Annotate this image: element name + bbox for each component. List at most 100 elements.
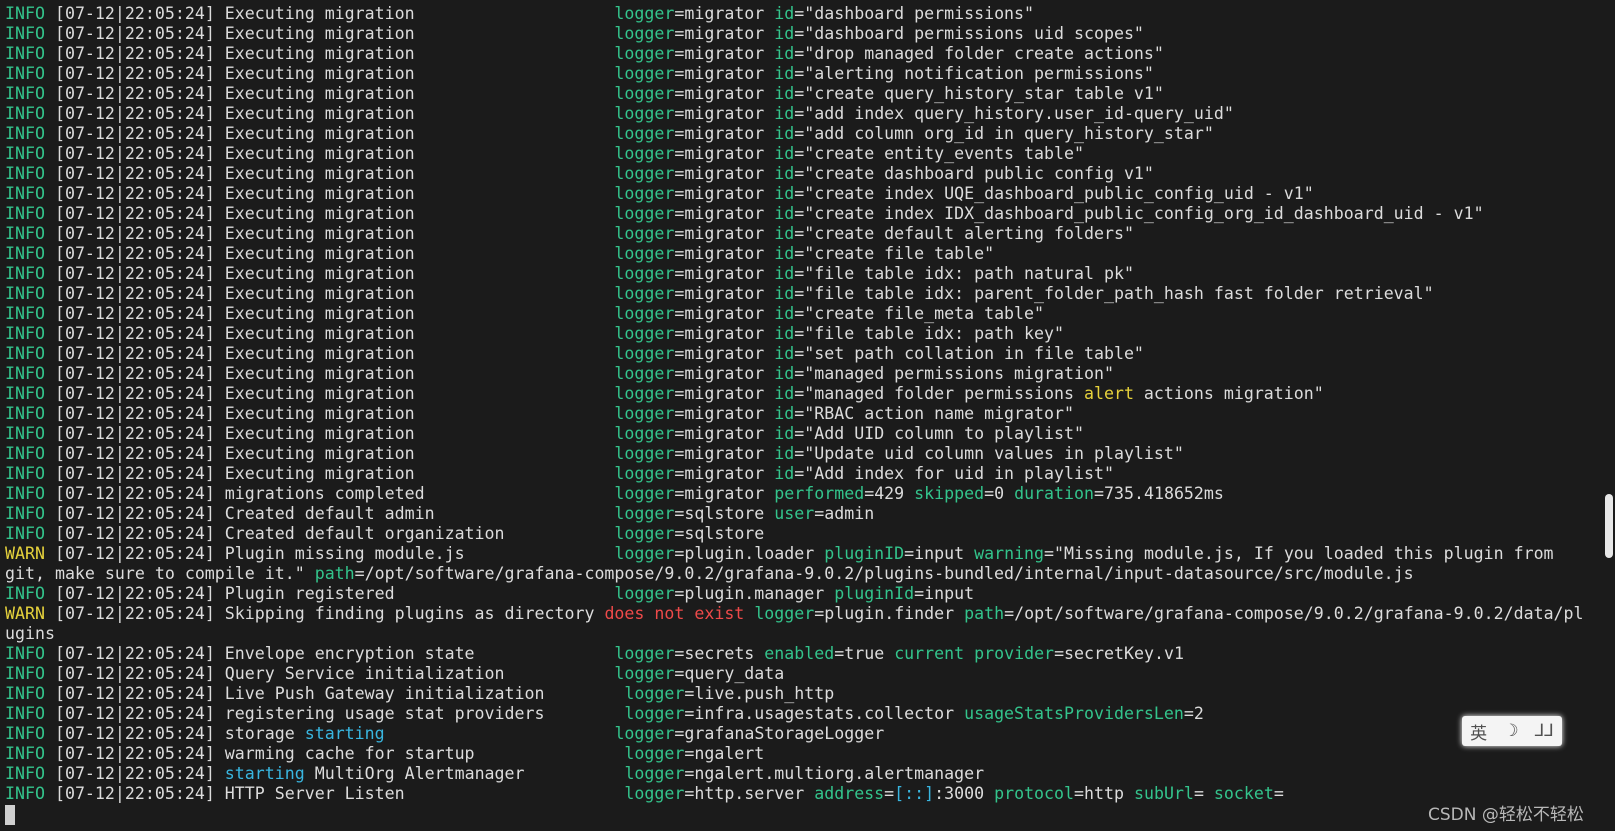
log-text: ="drop managed folder create actions" bbox=[794, 44, 1164, 63]
log-key: logger bbox=[614, 364, 675, 383]
log-line: INFO [07-12|22:05:24] Executing migratio… bbox=[5, 364, 1590, 384]
log-line: INFO [07-12|22:05:24] Executing migratio… bbox=[5, 84, 1590, 104]
log-text: =secretKey.v1 bbox=[1054, 644, 1184, 663]
log-level: INFO bbox=[5, 364, 45, 383]
log-key: logger bbox=[614, 284, 675, 303]
log-level: INFO bbox=[5, 144, 45, 163]
log-key: id bbox=[774, 224, 795, 243]
log-line: INFO [07-12|22:05:24] Executing migratio… bbox=[5, 224, 1590, 244]
log-level: INFO bbox=[5, 104, 45, 123]
log-text: =migrator bbox=[674, 84, 775, 103]
log-level: INFO bbox=[5, 584, 45, 603]
log-level: INFO bbox=[5, 4, 45, 23]
log-key: provider bbox=[974, 644, 1055, 663]
log-text: ="file table idx: path key" bbox=[794, 324, 1065, 343]
log-key: logger bbox=[614, 444, 675, 463]
log-text: [07-12|22:05:24] Executing migration bbox=[44, 64, 615, 83]
log-text: =input bbox=[914, 584, 975, 603]
log-text: [07-12|22:05:24] Executing migration bbox=[44, 124, 615, 143]
log-text: =migrator bbox=[674, 184, 775, 203]
log-key: id bbox=[774, 24, 795, 43]
highlighted-word: starting bbox=[304, 724, 385, 743]
log-text: =migrator bbox=[674, 24, 775, 43]
log-level: INFO bbox=[5, 684, 45, 703]
log-text: ="Update uid column values in playlist" bbox=[794, 444, 1184, 463]
highlighted-word: alert bbox=[1083, 384, 1134, 403]
log-text: =http.server bbox=[684, 784, 815, 803]
highlighted-word: does not exist bbox=[604, 604, 745, 623]
log-line: INFO [07-12|22:05:24] Executing migratio… bbox=[5, 4, 1590, 24]
moon-icon[interactable]: ☽ bbox=[1503, 721, 1518, 741]
log-level: INFO bbox=[5, 204, 45, 223]
log-key: logger bbox=[614, 484, 675, 503]
log-key: logger bbox=[614, 84, 675, 103]
log-level: INFO bbox=[5, 324, 45, 343]
log-text: [07-12|22:05:24] Executing migration bbox=[44, 244, 615, 263]
log-text: [07-12|22:05:24] bbox=[44, 764, 225, 783]
log-level: INFO bbox=[5, 24, 45, 43]
log-line: git, make sure to compile it." path=/opt… bbox=[5, 564, 1590, 584]
log-text: =429 bbox=[864, 484, 915, 503]
highlighted-word: starting bbox=[224, 764, 305, 783]
log-level: WARN bbox=[5, 604, 45, 623]
log-line: INFO [07-12|22:05:24] Query Service init… bbox=[5, 664, 1590, 684]
log-text: = bbox=[1273, 784, 1284, 803]
log-text: [07-12|22:05:24] Executing migration bbox=[44, 304, 615, 323]
log-key: logger bbox=[614, 4, 675, 23]
log-level: INFO bbox=[5, 244, 45, 263]
log-text: ="add index query_history.user_id-query_… bbox=[794, 104, 1234, 123]
log-key: logger bbox=[614, 464, 675, 483]
log-key: id bbox=[774, 104, 795, 123]
log-text: ="managed permissions migration" bbox=[794, 364, 1114, 383]
vertical-scrollbar[interactable] bbox=[1603, 0, 1615, 831]
log-key: protocol bbox=[994, 784, 1075, 803]
log-key: logger bbox=[614, 244, 675, 263]
log-level: INFO bbox=[5, 264, 45, 283]
highlighted-word: [::] bbox=[894, 784, 935, 803]
log-line: INFO [07-12|22:05:24] Executing migratio… bbox=[5, 164, 1590, 184]
log-text: =/opt/software/grafana-compose/9.0.2/gra… bbox=[1004, 604, 1584, 623]
log-text: MultiOrg Alertmanager bbox=[304, 764, 625, 783]
log-text: [07-12|22:05:24] Executing migration bbox=[44, 424, 615, 443]
terminal-cursor bbox=[5, 805, 15, 825]
log-line: INFO [07-12|22:05:24] storage starting l… bbox=[5, 724, 1590, 744]
log-text: =migrator bbox=[674, 484, 775, 503]
log-key: id bbox=[774, 264, 795, 283]
log-level: INFO bbox=[5, 344, 45, 363]
ime-language-label[interactable]: 英 bbox=[1470, 719, 1487, 744]
log-line: INFO [07-12|22:05:24] Executing migratio… bbox=[5, 144, 1590, 164]
log-text: ="alerting notification permissions" bbox=[794, 64, 1154, 83]
log-level: INFO bbox=[5, 704, 45, 723]
log-text: = bbox=[884, 784, 895, 803]
log-key: usageStatsProvidersLen bbox=[964, 704, 1184, 723]
log-key: id bbox=[774, 284, 795, 303]
log-text: [07-12|22:05:24] Created default organiz… bbox=[44, 524, 615, 543]
log-text: =grafanaStorageLogger bbox=[674, 724, 885, 743]
width-toggle-icon[interactable]: ⅃⅃ bbox=[1535, 721, 1554, 741]
scrollbar-thumb[interactable] bbox=[1605, 494, 1613, 558]
log-text: [07-12|22:05:24] Executing migration bbox=[44, 184, 615, 203]
log-key: logger bbox=[614, 304, 675, 323]
log-level: INFO bbox=[5, 444, 45, 463]
log-text: =migrator bbox=[674, 324, 775, 343]
log-line: INFO [07-12|22:05:24] Executing migratio… bbox=[5, 444, 1590, 464]
ime-toolbar[interactable]: 英 ☽ ⅃⅃ bbox=[1462, 716, 1562, 746]
terminal-output[interactable]: INFO [07-12|22:05:24] Executing migratio… bbox=[5, 4, 1590, 804]
log-text: ="RBAC action name migrator" bbox=[794, 404, 1074, 423]
log-level: INFO bbox=[5, 744, 45, 763]
log-line: INFO [07-12|22:05:24] Envelope encryptio… bbox=[5, 644, 1590, 664]
log-line: INFO [07-12|22:05:24] Executing migratio… bbox=[5, 64, 1590, 84]
log-key: logger bbox=[614, 544, 675, 563]
log-text: =migrator bbox=[674, 144, 775, 163]
log-level: INFO bbox=[5, 464, 45, 483]
log-text: [07-12|22:05:24] Executing migration bbox=[44, 224, 615, 243]
log-line: INFO [07-12|22:05:24] Executing migratio… bbox=[5, 124, 1590, 144]
log-key: id bbox=[774, 4, 795, 23]
log-text: =sqlstore bbox=[674, 504, 775, 523]
log-key: logger bbox=[624, 744, 685, 763]
log-text: =plugin.finder bbox=[814, 604, 965, 623]
log-text: [07-12|22:05:24] Skipping finding plugin… bbox=[44, 604, 605, 623]
log-text: [07-12|22:05:24] Executing migration bbox=[44, 364, 615, 383]
log-key: logger bbox=[614, 224, 675, 243]
log-line: INFO [07-12|22:05:24] starting MultiOrg … bbox=[5, 764, 1590, 784]
